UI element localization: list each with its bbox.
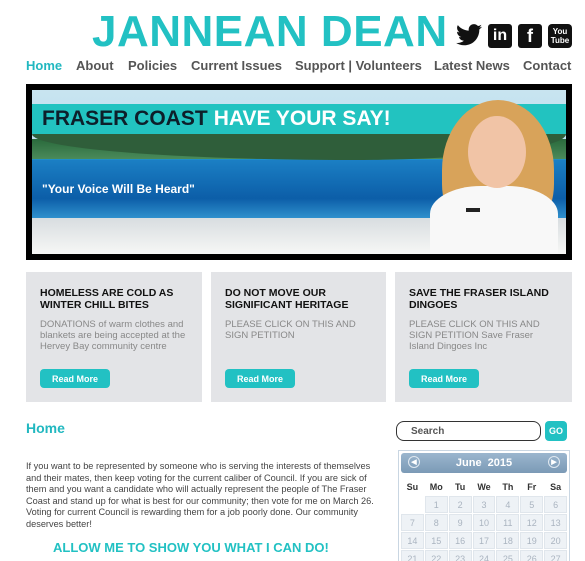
calendar-day[interactable]: 22	[424, 550, 448, 561]
calendar-day[interactable]: 19	[520, 532, 544, 549]
read-more-button[interactable]: Read More	[225, 369, 295, 388]
calendar-prev-icon[interactable]: ◀	[408, 456, 420, 468]
calendar-day[interactable]: 21	[401, 550, 424, 561]
nav-current-issues[interactable]: Current Issues	[191, 58, 295, 76]
news-card: SAVE THE FRASER ISLAND DINGOES PLEASE CL…	[395, 272, 572, 402]
calendar-day[interactable]: 12	[520, 514, 544, 531]
read-more-button[interactable]: Read More	[409, 369, 479, 388]
news-card: HOMELESS ARE COLD AS WINTER CHILL BITES …	[26, 272, 202, 402]
calendar-day[interactable]: 2	[448, 496, 472, 513]
calendar-day[interactable]: 20	[544, 532, 567, 549]
card-title[interactable]: HOMELESS ARE COLD AS WINTER CHILL BITES	[40, 287, 188, 311]
banner-headline-dark: FRASER COAST	[42, 107, 208, 130]
calendar-day[interactable]: 16	[448, 532, 472, 549]
calendar-day[interactable]: 4	[496, 496, 520, 513]
search-input[interactable]	[396, 421, 541, 441]
nav-support-volunteers[interactable]: Support | Volunteers	[295, 58, 434, 76]
calendar-day[interactable]: 13	[544, 514, 567, 531]
calendar-widget: ◀ June 2015 ▶ Su Mo Tu We Th Fr Sa 1 2 3 4 5 6 7 8 9 10 1…	[398, 450, 570, 561]
calendar-grid: Su Mo Tu We Th Fr Sa 1 2 3 4 5 6 7 8 9 10 11 12 13 14 15 16 17 1…	[401, 479, 567, 561]
candidate-photo	[416, 90, 566, 254]
calendar-month: June	[455, 457, 482, 469]
twitter-bird-icon	[456, 24, 482, 46]
photo-shirt	[430, 186, 558, 254]
card-body: PLEASE CLICK ON THIS AND SIGN PETITION S…	[409, 319, 540, 352]
search-go-button[interactable]: GO	[545, 421, 567, 441]
calendar-day[interactable]: 7	[401, 514, 424, 531]
calendar-day[interactable]: 25	[496, 550, 520, 561]
news-card: DO NOT MOVE OUR SIGNIFICANT HERITAGE PLE…	[211, 272, 386, 402]
call-to-action: ALLOW ME TO SHOW YOU WHAT I CAN DO!	[53, 540, 329, 555]
twitter-icon[interactable]	[456, 22, 482, 48]
card-body: DONATIONS of warm clothes and blankets a…	[40, 319, 186, 352]
page-heading: Home	[26, 420, 65, 436]
facebook-glyph: f	[527, 25, 533, 46]
main-nav: Home About Policies Current Issues Suppo…	[26, 58, 576, 76]
nav-about[interactable]: About	[76, 58, 128, 76]
youtube-glyph-bottom: Tube	[550, 36, 570, 45]
linkedin-glyph: in	[492, 27, 508, 44]
hero-banner: FRASER COAST HAVE YOUR SAY! "Your Voice …	[26, 84, 572, 260]
calendar-day[interactable]: 9	[448, 514, 472, 531]
calendar-year: 2015	[487, 457, 513, 469]
calendar-weekday: Fr	[527, 482, 537, 492]
card-title[interactable]: SAVE THE FRASER ISLAND DINGOES	[409, 287, 558, 311]
calendar-day[interactable]: 18	[496, 532, 520, 549]
site-title[interactable]: JANNEAN DEAN	[92, 6, 448, 58]
nav-latest-news[interactable]: Latest News	[434, 58, 523, 76]
calendar-weekday: Th	[502, 482, 514, 492]
banner-quote: "Your Voice Will Be Heard"	[42, 182, 195, 196]
intro-paragraph: If you want to be represented by someone…	[26, 461, 374, 529]
banner-headline-light: HAVE YOUR SAY!	[213, 107, 391, 130]
calendar-weekday: Mo	[429, 482, 443, 492]
calendar-day[interactable]: 1	[424, 496, 448, 513]
calendar-weekday: We	[477, 482, 491, 492]
photo-face	[468, 116, 526, 188]
card-title[interactable]: DO NOT MOVE OUR SIGNIFICANT HERITAGE	[225, 287, 372, 311]
youtube-glyph-top: You	[552, 27, 568, 36]
calendar-day[interactable]: 11	[496, 514, 520, 531]
calendar-header: ◀ June 2015 ▶	[401, 453, 567, 473]
calendar-day[interactable]: 15	[424, 532, 448, 549]
calendar-day[interactable]: 10	[472, 514, 496, 531]
calendar-day[interactable]: 17	[472, 532, 496, 549]
read-more-button[interactable]: Read More	[40, 369, 110, 388]
calendar-weekday: Tu	[454, 482, 466, 492]
youtube-icon[interactable]: You Tube	[548, 24, 572, 48]
photo-name-badge	[466, 208, 480, 212]
facebook-icon[interactable]: f	[518, 24, 542, 48]
calendar-weekday: Su	[406, 482, 419, 492]
calendar-next-icon[interactable]: ▶	[548, 456, 560, 468]
calendar-day[interactable]: 24	[472, 550, 496, 561]
calendar-day[interactable]: 27	[544, 550, 567, 561]
nav-policies[interactable]: Policies	[128, 58, 191, 76]
card-body: PLEASE CLICK ON THIS AND SIGN PETITION	[225, 319, 356, 341]
calendar-day[interactable]: 14	[401, 532, 424, 549]
nav-home[interactable]: Home	[26, 58, 76, 76]
calendar-day[interactable]: 5	[520, 496, 544, 513]
calendar-empty-cell	[401, 496, 424, 513]
calendar-day[interactable]: 26	[520, 550, 544, 561]
calendar-day[interactable]: 3	[472, 496, 496, 513]
nav-contact[interactable]: Contact	[523, 58, 571, 76]
calendar-day[interactable]: 23	[448, 550, 472, 561]
hero-image: FRASER COAST HAVE YOUR SAY! "Your Voice …	[32, 90, 566, 254]
calendar-weekday: Sa	[550, 482, 562, 492]
linkedin-icon[interactable]: in	[488, 24, 512, 48]
calendar-day[interactable]: 6	[544, 496, 567, 513]
calendar-day[interactable]: 8	[424, 514, 448, 531]
